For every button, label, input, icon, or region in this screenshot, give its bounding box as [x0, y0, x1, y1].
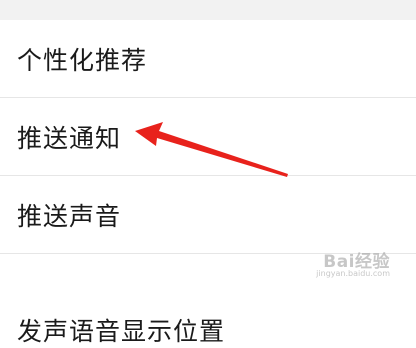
- settings-item-label: 个性化推荐: [17, 45, 148, 75]
- settings-list: 个性化推荐 推送通知 推送声音 发声语音显示位置: [0, 20, 416, 346]
- settings-item-label: 发声语音显示位置: [17, 317, 226, 346]
- settings-item-push-notification[interactable]: 推送通知: [0, 98, 416, 176]
- settings-item-label: 推送通知: [17, 123, 122, 153]
- settings-item-personalized-recommendation[interactable]: 个性化推荐: [0, 20, 416, 98]
- watermark: Bai经验 jingyan.baidu.com: [316, 247, 390, 278]
- settings-item-label: 推送声音: [17, 201, 122, 231]
- watermark-url: jingyan.baidu.com: [316, 269, 390, 278]
- section-gap: [0, 0, 416, 20]
- settings-item-push-sound[interactable]: 推送声音: [0, 176, 416, 254]
